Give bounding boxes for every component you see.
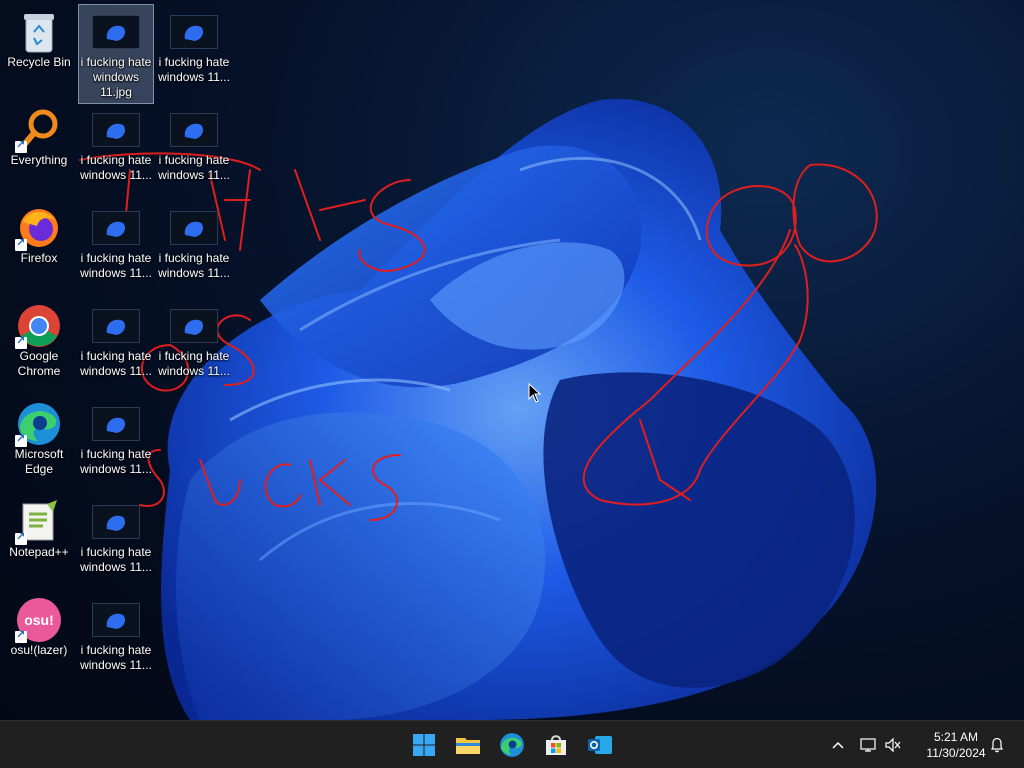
shortcut-arrow-icon [15,138,27,153]
edge-icon [15,401,63,447]
file-label: i fucking hate windows 11... [80,251,152,280]
shortcut-arrow-icon [15,530,27,545]
file-label: i fucking hate windows 11... [158,153,230,182]
desktop-icon-recycle-bin[interactable]: Recycle Bin [1,4,77,86]
desktop-icon-label: Notepad++ [9,545,69,559]
everything-magnifier-icon [15,107,63,153]
shortcut-arrow-icon [15,628,27,643]
folder-icon [456,738,480,754]
file-icon[interactable]: i fucking hate windows 11... [78,102,154,184]
file-icon[interactable]: i fucking hate windows 11.jpg [78,4,154,104]
image-thumbnail-icon [92,499,140,545]
desktop: Recycle Bin Everything Firefox Google Ch… [0,0,1024,720]
image-thumbnail-icon [92,9,140,55]
desktop-icon-microsoft-edge[interactable]: Microsoft Edge [1,396,77,478]
image-thumbnail-icon [170,107,218,153]
taskbar-microsoft-edge[interactable] [494,727,530,763]
file-label: i fucking hate windows 11... [158,55,230,84]
image-thumbnail-icon [92,597,140,643]
notifications-button[interactable] [986,721,1008,768]
file-icon[interactable]: i fucking hate windows 11... [78,298,154,380]
desktop-icon-osu-lazer[interactable]: osu! osu!(lazer) [1,592,77,674]
osu-icon: osu! [15,597,63,643]
outlook-icon [588,736,612,754]
quick-settings-button[interactable] [856,721,906,768]
desktop-icon-label: Everything [10,153,68,167]
windows-logo-icon [413,734,435,756]
taskbar-file-explorer[interactable] [450,727,486,763]
taskbar-microsoft-store[interactable] [538,727,574,763]
network-icon [860,738,876,752]
volume-muted-icon [885,737,901,753]
file-icon[interactable]: i fucking hate windows 11... [78,200,154,282]
image-thumbnail-icon [170,9,218,55]
shortcut-arrow-icon [15,236,27,251]
file-icon[interactable]: i fucking hate windows 11... [156,200,232,282]
shortcut-arrow-icon [15,432,27,447]
desktop-icon-notepad-plus-plus[interactable]: Notepad++ [1,494,77,576]
desktop-icon-label: Google Chrome [17,349,61,378]
image-thumbnail-icon [92,303,140,349]
desktop-icon-label: Recycle Bin [7,55,71,69]
recycle-bin-icon [15,9,63,55]
file-label: i fucking hate windows 11... [80,643,152,672]
start-button[interactable] [406,727,442,763]
file-icon[interactable]: i fucking hate windows 11... [78,494,154,576]
file-label: i fucking hate windows 11... [80,349,152,378]
taskbar-outlook[interactable] [582,727,618,763]
image-thumbnail-icon [170,303,218,349]
image-thumbnail-icon [170,205,218,251]
edge-icon [500,733,524,757]
file-label: i fucking hate windows 11... [80,153,152,182]
file-label: i fucking hate windows 11... [158,349,230,378]
desktop-icon-label: Firefox [20,251,58,265]
store-bag-icon [546,735,566,755]
desktop-icon-google-chrome[interactable]: Google Chrome [1,298,77,380]
desktop-icon-firefox[interactable]: Firefox [1,200,77,282]
file-icon[interactable]: i fucking hate windows 11... [78,396,154,478]
chrome-icon [15,303,63,349]
image-thumbnail-icon [92,401,140,447]
shortcut-arrow-icon [15,334,27,349]
image-thumbnail-icon [92,107,140,153]
show-hidden-icons-button[interactable] [826,721,850,768]
notepad-plus-plus-icon [15,499,63,545]
image-thumbnail-icon [92,205,140,251]
file-icon[interactable]: i fucking hate windows 11... [156,298,232,380]
chevron-up-icon [832,741,844,749]
file-icon[interactable]: i fucking hate windows 11... [156,4,232,86]
file-label: i fucking hate windows 11.jpg [80,55,152,99]
file-label: i fucking hate windows 11... [80,447,152,476]
file-icon[interactable]: i fucking hate windows 11... [78,592,154,674]
taskbar: 5:21 AM 11/30/2024 [0,720,1024,768]
file-icon[interactable]: i fucking hate windows 11... [156,102,232,184]
desktop-icon-label: Microsoft Edge [14,447,64,476]
desktop-icon-label: osu!(lazer) [10,643,68,657]
desktop-icon-everything[interactable]: Everything [1,102,77,184]
file-label: i fucking hate windows 11... [80,545,152,574]
firefox-icon [15,205,63,251]
mouse-cursor-icon [528,383,542,403]
file-label: i fucking hate windows 11... [158,251,230,280]
notification-bell-icon [991,737,1003,753]
